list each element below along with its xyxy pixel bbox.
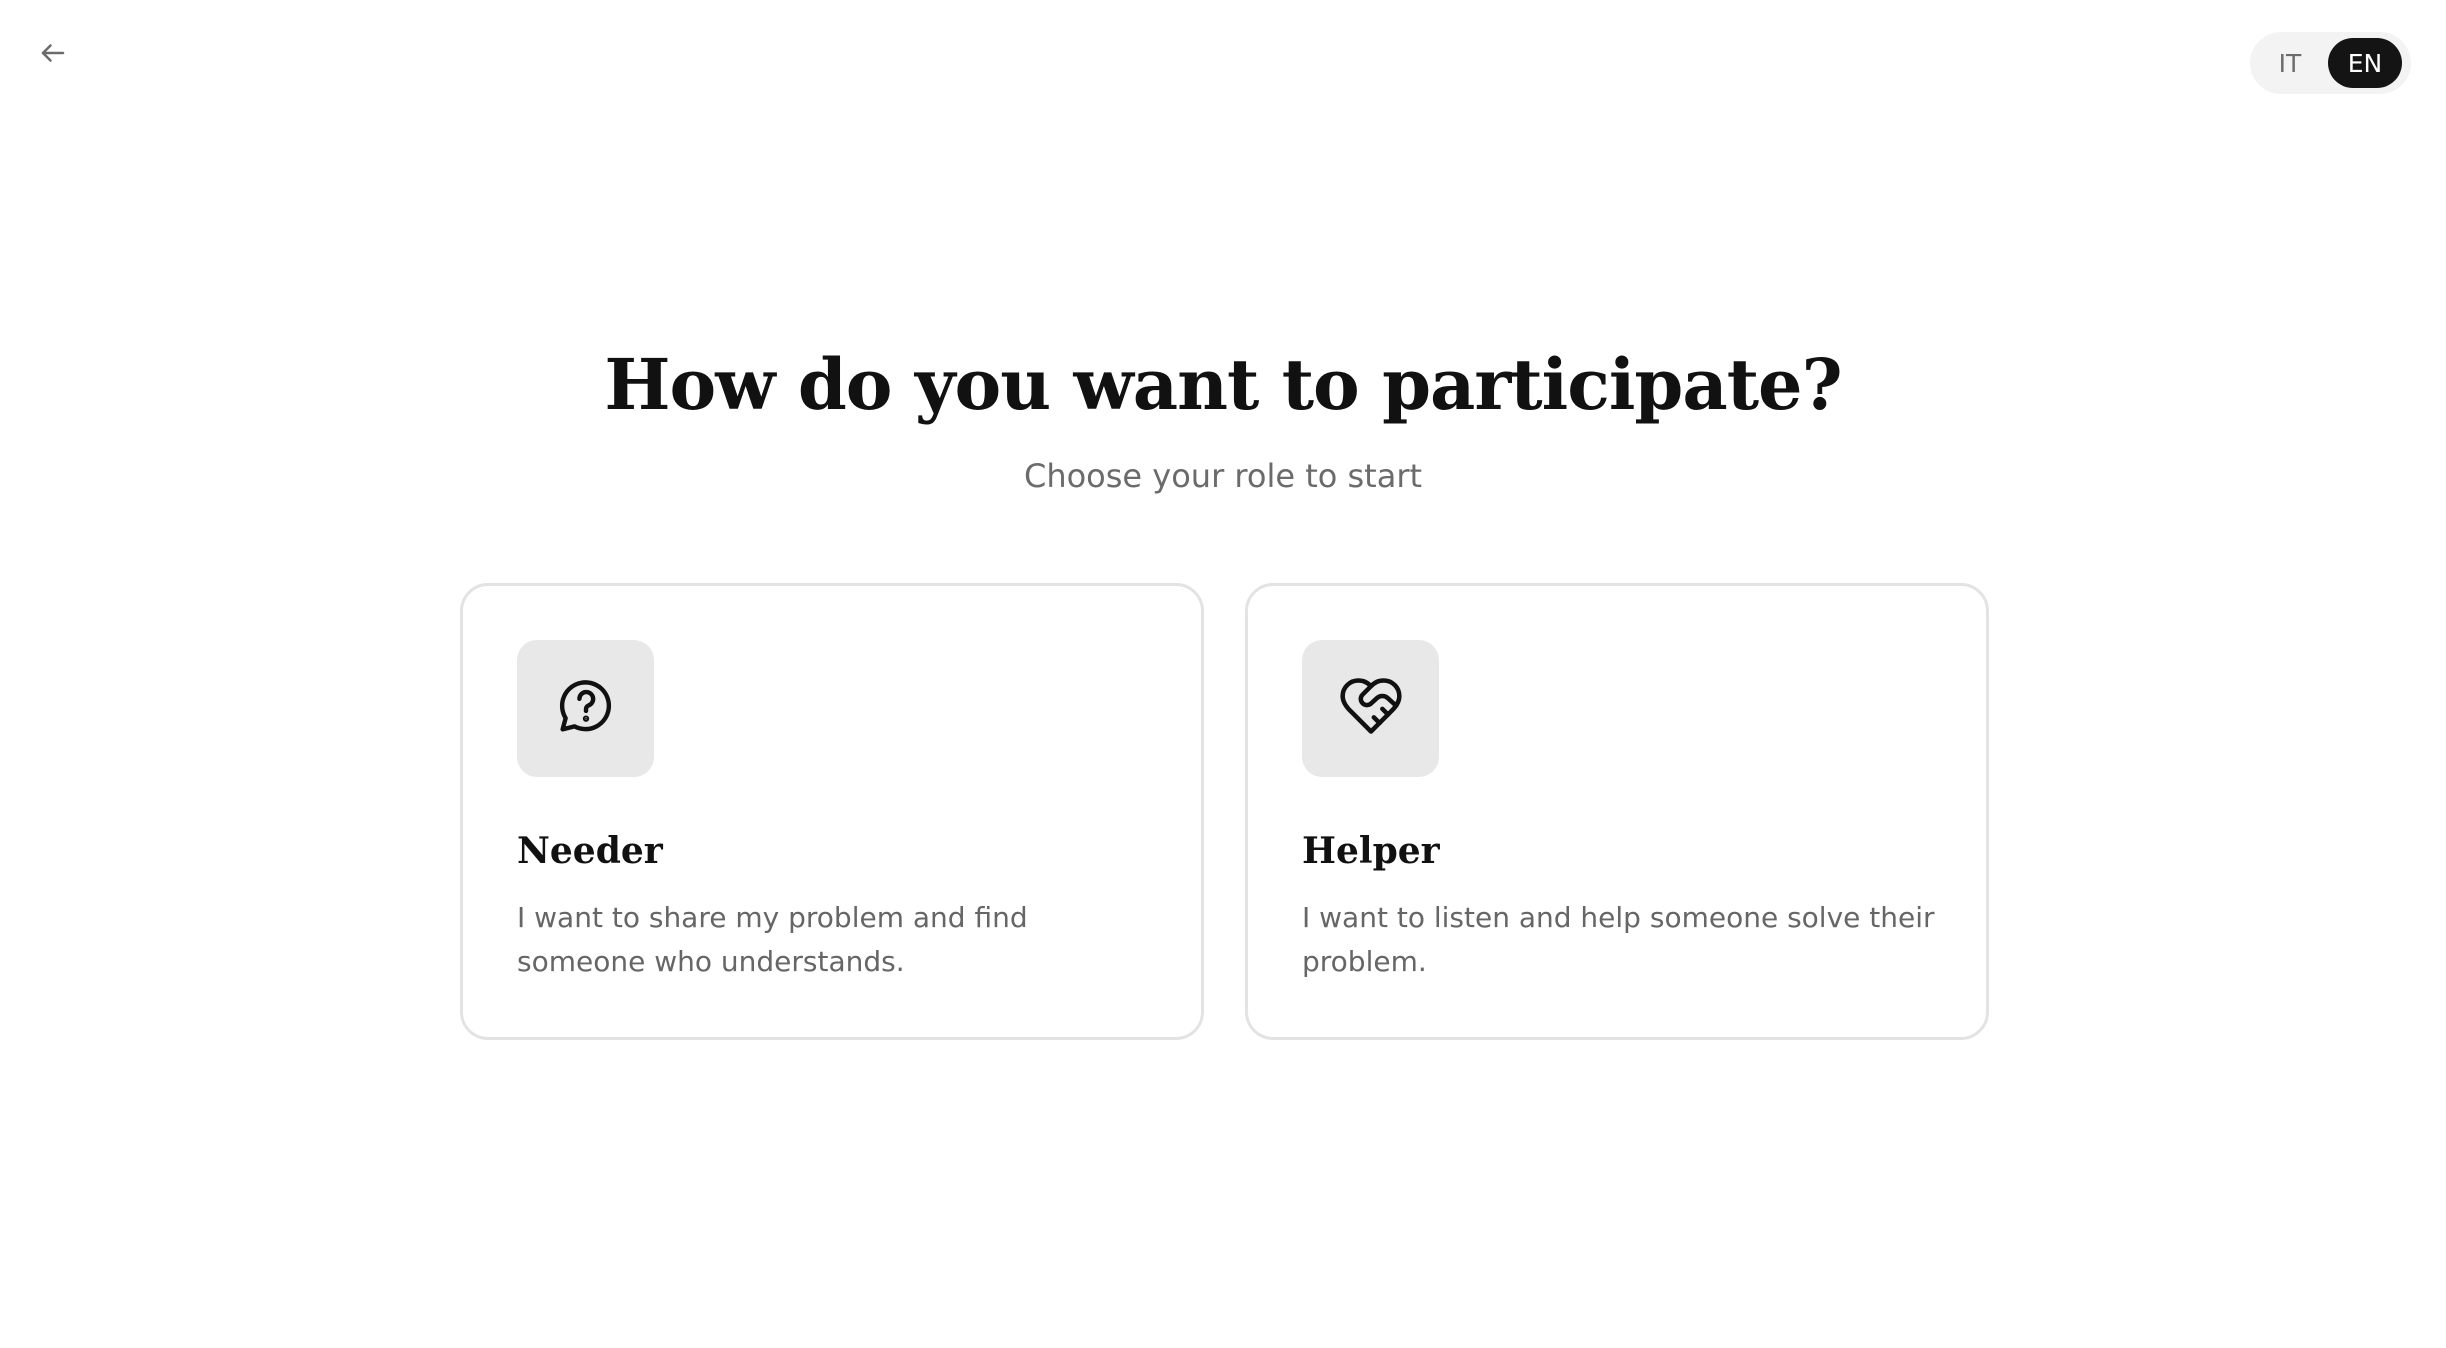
page-title: How do you want to participate? (604, 343, 1842, 426)
role-card-helper[interactable]: Helper I want to listen and help someone… (1245, 583, 1989, 1040)
needer-icon-box (517, 640, 654, 777)
role-card-needer[interactable]: Needer I want to share my problem and fi… (460, 583, 1204, 1040)
language-option-en[interactable]: EN (2328, 38, 2402, 88)
language-option-it[interactable]: IT (2256, 38, 2324, 88)
page-subtitle: Choose your role to start (1023, 457, 1423, 495)
helper-icon-box (1302, 640, 1439, 777)
helper-description: I want to listen and help someone solve … (1302, 901, 1935, 978)
language-toggle: IT EN (2250, 32, 2411, 94)
back-button[interactable] (30, 30, 76, 76)
needer-title: Needer (517, 830, 663, 872)
needer-description: I want to share my problem and find some… (517, 901, 1028, 978)
helper-title: Helper (1302, 830, 1440, 872)
arrow-left-icon (38, 38, 68, 68)
question-chat-icon (553, 673, 619, 744)
heart-handshake-icon (1337, 672, 1405, 745)
